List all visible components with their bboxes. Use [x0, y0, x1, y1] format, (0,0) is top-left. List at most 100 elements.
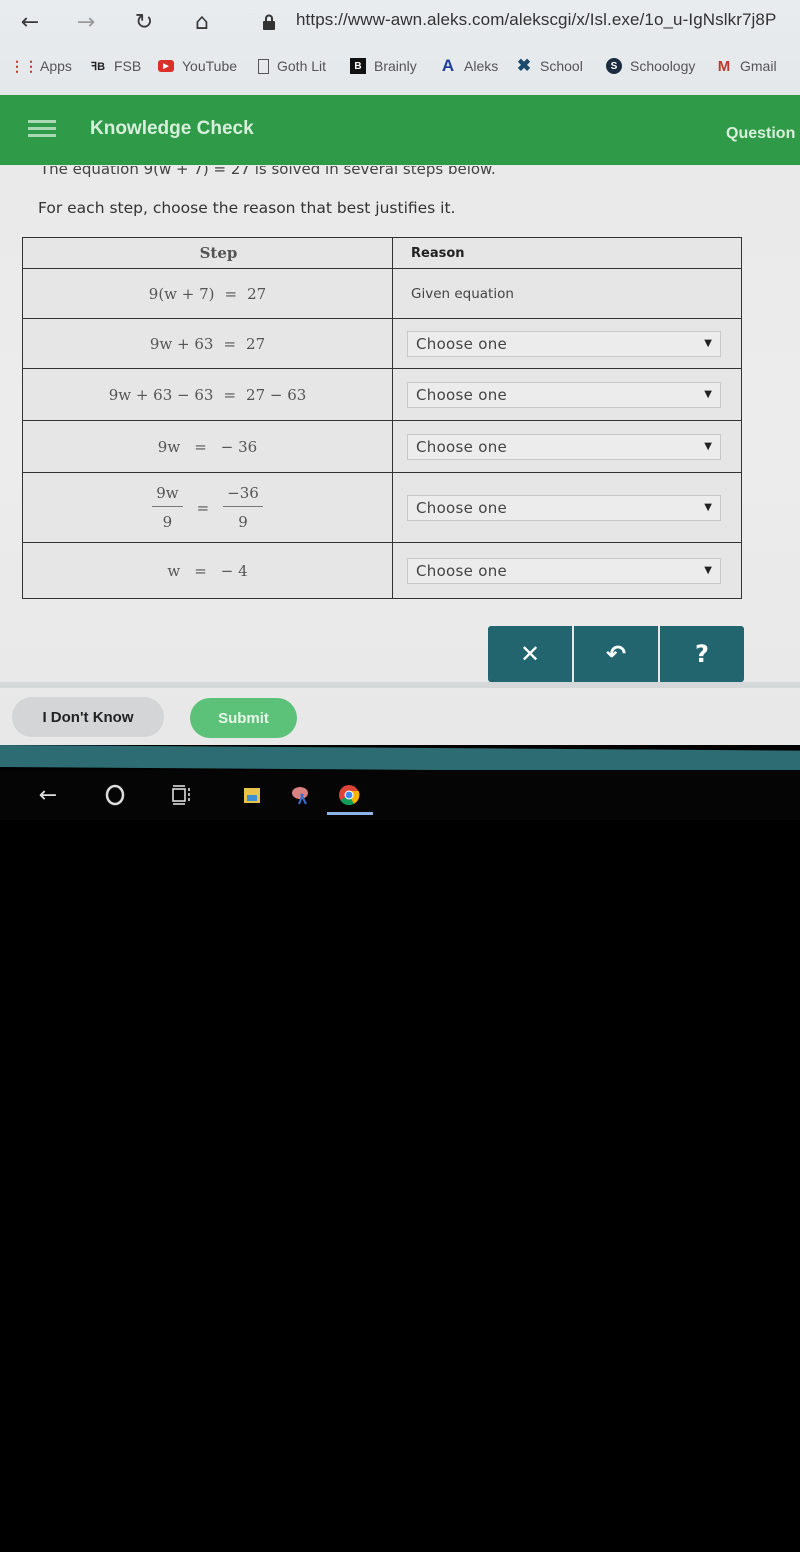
bookmark-apps[interactable]: ⋮⋮ Apps — [10, 57, 72, 75]
active-app-indicator — [327, 812, 373, 815]
bookmark-youtube[interactable]: ▶ YouTube — [158, 58, 237, 74]
equation-lhs: 9w — [157, 437, 181, 456]
bookmark-fsb[interactable]: ꟻB FSB — [90, 58, 141, 74]
equation-rhs: − 36 — [220, 437, 258, 456]
problem-instruction: For each step, choose the reason that be… — [38, 199, 456, 217]
dropdown-value: Choose one — [416, 385, 508, 404]
brainly-icon: B — [350, 58, 366, 74]
submit-button[interactable]: Submit — [190, 698, 297, 738]
dropdown-caret-icon: ▼ — [704, 565, 712, 576]
bookmark-label: FSB — [114, 58, 142, 74]
bookmark-schoology[interactable]: S Schoology — [606, 58, 695, 74]
equation-lhs: w — [167, 561, 181, 580]
menu-icon[interactable] — [28, 120, 56, 140]
apps-grid-icon: ⋮⋮ — [10, 57, 38, 74]
step-equation: 9w + 63 = 27 — [23, 319, 393, 368]
step-equation: w = − 4 — [23, 543, 393, 598]
reason-dropdown[interactable]: Choose one ▼ — [407, 381, 721, 408]
snipping-tool-icon[interactable] — [286, 780, 316, 810]
dont-know-button[interactable]: I Don't Know — [12, 697, 164, 737]
steps-table: Step Reason 9(w + 7) = 27 Given equation… — [22, 237, 742, 599]
reason-cell: Choose one ▼ — [393, 473, 741, 542]
bookmark-label: School — [540, 58, 583, 74]
reason-cell: Choose one ▼ — [393, 369, 741, 420]
reason-dropdown[interactable]: Choose one ▼ — [407, 494, 721, 521]
browser-toolbar: ← → ↻ ⌂ https://www-awn.aleks.com/aleksc… — [0, 0, 800, 95]
help-button[interactable]: ? — [658, 626, 744, 682]
bookmark-label: YouTube — [182, 58, 238, 74]
gmail-icon: M — [717, 57, 731, 75]
table-row: 9w + 63 = 27 Choose one ▼ — [23, 318, 741, 368]
dropdown-value: Choose one — [416, 561, 508, 580]
bookmark-label: Schoology — [630, 58, 696, 74]
bookmark-label: Apps — [40, 58, 72, 74]
equals-sign: = — [224, 284, 238, 303]
column-header-step: Step — [23, 238, 393, 268]
numerator: 9w — [152, 484, 183, 507]
answer-tools: ✕ ↶ ? — [488, 626, 744, 682]
equals-sign: = — [196, 498, 210, 517]
close-icon: ✕ — [519, 640, 541, 668]
footer-bar — [0, 745, 800, 773]
home-circle-icon[interactable] — [100, 780, 130, 810]
table-row: 9(w + 7) = 27 Given equation — [23, 268, 741, 318]
divider — [0, 682, 800, 688]
back-icon[interactable]: ← — [14, 6, 46, 38]
column-header-reason: Reason — [411, 245, 465, 261]
bookmark-brainly[interactable]: B Brainly — [350, 58, 417, 74]
file-explorer-icon[interactable] — [237, 780, 267, 810]
bookmark-gmail[interactable]: M Gmail — [716, 57, 777, 75]
schoology-icon: S — [606, 58, 622, 74]
equation-lhs: 9w + 63 — [149, 334, 214, 353]
denominator: 9 — [238, 513, 248, 531]
reason-dropdown[interactable]: Choose one ▼ — [407, 330, 721, 357]
bookmark-aleks[interactable]: A Aleks — [440, 56, 498, 75]
reason-dropdown[interactable]: Choose one ▼ — [407, 557, 721, 584]
bookmark-school[interactable]: ✖ School — [516, 56, 583, 75]
undo-icon: ↶ — [605, 640, 627, 668]
bookmark-goth-lit[interactable]: Goth Lit — [258, 58, 326, 74]
dropdown-value: Choose one — [416, 498, 508, 517]
document-icon — [258, 58, 269, 74]
equals-sign: = — [194, 561, 207, 580]
equation-rhs: − 4 — [220, 561, 248, 580]
reload-icon[interactable]: ↻ — [128, 6, 160, 38]
dropdown-value: Choose one — [416, 334, 508, 353]
reason-cell: Given equation — [393, 269, 741, 318]
table-row: 9w 9 = −36 9 Choose one ▼ — [23, 472, 741, 542]
dropdown-caret-icon: ▼ — [704, 389, 712, 400]
dropdown-caret-icon: ▼ — [704, 338, 712, 349]
reason-cell: Choose one ▼ — [393, 319, 741, 368]
equation-lhs: 9w + 63 − 63 — [108, 385, 214, 404]
step-equation: 9w + 63 − 63 = 27 − 63 — [23, 369, 393, 420]
dropdown-caret-icon: ▼ — [704, 502, 712, 513]
clear-button[interactable]: ✕ — [488, 626, 572, 682]
undo-button[interactable]: ↶ — [572, 626, 658, 682]
numerator: −36 — [223, 484, 263, 507]
table-row: 9w + 63 − 63 = 27 − 63 Choose one ▼ — [23, 368, 741, 420]
step-equation: 9w 9 = −36 9 — [23, 473, 393, 542]
bookmark-label: Gmail — [740, 58, 777, 74]
forward-icon[interactable]: → — [70, 6, 102, 38]
table-row: 9w = − 36 Choose one ▼ — [23, 420, 741, 472]
task-view-icon[interactable] — [166, 780, 196, 810]
chrome-icon[interactable] — [334, 780, 364, 810]
equation-lhs: 9(w + 7) — [148, 284, 215, 303]
equals-sign: = — [194, 437, 207, 456]
aleks-icon: A — [441, 56, 455, 75]
help-icon: ? — [695, 640, 709, 668]
bookmark-label: Brainly — [374, 58, 417, 74]
address-bar[interactable]: https://www-awn.aleks.com/alekscgi/x/Isl… — [296, 10, 776, 30]
equals-sign: = — [223, 385, 237, 404]
app-title: Knowledge Check — [90, 118, 254, 139]
reason-dropdown[interactable]: Choose one ▼ — [407, 433, 721, 460]
question-label: Question — [726, 125, 796, 142]
back-arrow-icon[interactable]: ← — [33, 780, 63, 810]
reason-cell: Choose one ▼ — [393, 543, 741, 598]
step-equation: 9(w + 7) = 27 — [23, 269, 393, 318]
home-icon[interactable]: ⌂ — [186, 6, 218, 38]
dropdown-value: Choose one — [416, 437, 508, 456]
dropdown-caret-icon: ▼ — [704, 441, 712, 452]
table-header-row: Step Reason — [23, 238, 741, 268]
fsb-icon: ꟻB — [90, 60, 106, 73]
